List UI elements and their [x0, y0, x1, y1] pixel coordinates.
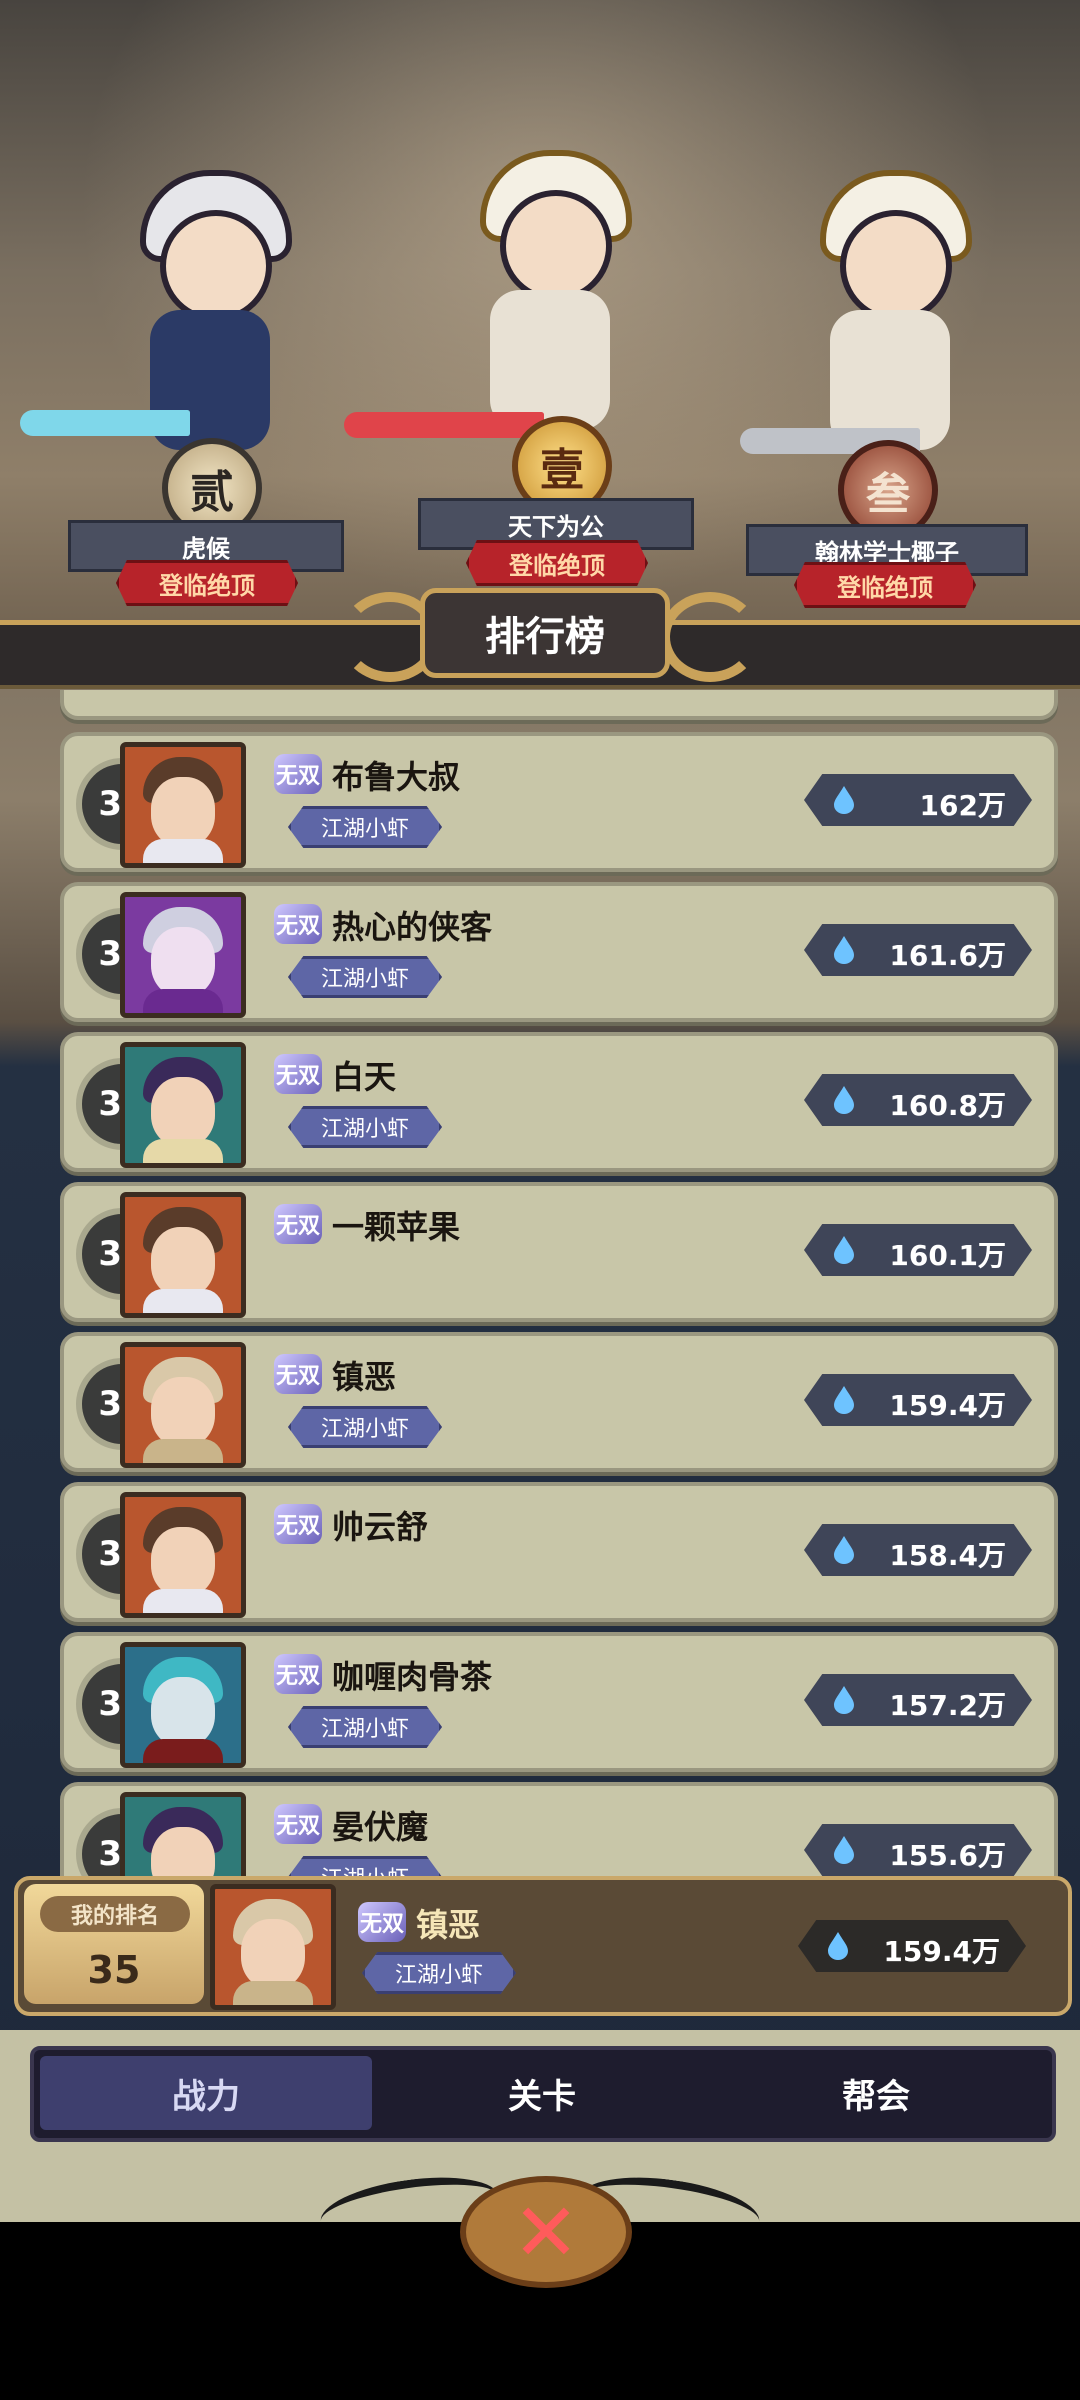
- power-value: 160.1万: [889, 1239, 1006, 1272]
- title-tag-second: 登临绝顶: [116, 560, 298, 606]
- podium-area: 贰 虎候 登临绝顶 壹 天下为公 登临绝顶 叁 翰林学士椰子 登临绝顶: [0, 0, 1080, 680]
- category-tabs: 战力 关卡 帮会: [30, 2046, 1056, 2142]
- flame-drop-icon: [828, 1932, 848, 1960]
- list-item-partial: [60, 690, 1058, 720]
- wushuang-badge-icon: 无双: [274, 1054, 322, 1094]
- my-power-pill: 159.4万: [798, 1920, 1026, 1972]
- my-rank-panel: 我的排名 35 无双 镇恶 江湖小虾 159.4万: [14, 1876, 1072, 2016]
- ornament-right-icon: [660, 592, 760, 682]
- hero-second: [20, 170, 320, 470]
- list-item[interactable]: 34 无双 一颗苹果 160.1万: [60, 1182, 1058, 1322]
- power-pill: 162万: [804, 774, 1032, 826]
- power-value: 159.4万: [889, 1389, 1006, 1422]
- power-pill: 159.4万: [804, 1374, 1032, 1426]
- my-avatar[interactable]: [210, 1884, 336, 2010]
- flame-drop-icon: [834, 786, 854, 814]
- player-name: 晏伏魔: [332, 1808, 429, 1846]
- list-item[interactable]: 32 无双 热心的侠客 江湖小虾 161.6万: [60, 882, 1058, 1022]
- player-name: 一颗苹果: [332, 1208, 461, 1246]
- power-value: 162万: [919, 789, 1006, 822]
- my-rank-label: 我的排名: [40, 1896, 190, 1932]
- wushuang-badge-icon: 无双: [274, 1504, 322, 1544]
- power-pill: 155.6万: [804, 1824, 1032, 1876]
- power-pill: 160.1万: [804, 1224, 1032, 1276]
- avatar[interactable]: [120, 1492, 246, 1618]
- player-name: 镇恶: [332, 1358, 397, 1396]
- power-value: 160.8万: [889, 1089, 1006, 1122]
- power-pill: 160.8万: [804, 1074, 1032, 1126]
- player-name: 咖喱肉骨茶: [332, 1658, 493, 1696]
- wushuang-badge-icon: 无双: [274, 1354, 322, 1394]
- power-value: 158.4万: [889, 1539, 1006, 1572]
- wushuang-badge-icon: 无双: [274, 1654, 322, 1694]
- title-tag: 江湖小虾: [288, 806, 442, 848]
- list-item[interactable]: 37 无双 咖喱肉骨茶 江湖小虾 157.2万: [60, 1632, 1058, 1772]
- list-item[interactable]: 31 无双 布鲁大叔 江湖小虾 162万: [60, 732, 1058, 872]
- wushuang-badge-icon: 无双: [274, 1804, 322, 1844]
- list-item[interactable]: 33 无双 白天 江湖小虾 160.8万: [60, 1032, 1058, 1172]
- tab-stage[interactable]: 关卡: [376, 2056, 708, 2130]
- flame-drop-icon: [834, 1836, 854, 1864]
- ranking-list[interactable]: 31 无双 布鲁大叔 江湖小虾 162万 32 无双 热心的侠客 江湖小虾 16…: [0, 690, 1080, 1880]
- wushuang-badge-icon: 无双: [274, 1204, 322, 1244]
- my-rank-box: 我的排名 35: [24, 1884, 204, 2004]
- hero-first: [344, 150, 660, 450]
- wushuang-badge-icon: 无双: [274, 904, 322, 944]
- power-pill: 157.2万: [804, 1674, 1032, 1726]
- hero-third: [740, 170, 1000, 470]
- title-tag: 江湖小虾: [288, 1106, 442, 1148]
- power-pill: 158.4万: [804, 1524, 1032, 1576]
- my-rank-number: 35: [87, 1948, 141, 1992]
- title-tag-first: 登临绝顶: [466, 540, 648, 586]
- avatar[interactable]: [120, 1342, 246, 1468]
- flame-drop-icon: [834, 1386, 854, 1414]
- title-tag: 江湖小虾: [288, 956, 442, 998]
- leaderboard-screen: 贰 虎候 登临绝顶 壹 天下为公 登临绝顶 叁 翰林学士椰子 登临绝顶 排行榜: [0, 0, 1080, 2222]
- avatar[interactable]: [120, 1192, 246, 1318]
- title-tag: 江湖小虾: [288, 1706, 442, 1748]
- player-name: 布鲁大叔: [332, 758, 461, 796]
- flame-drop-icon: [834, 1086, 854, 1114]
- flame-drop-icon: [834, 1686, 854, 1714]
- tab-guild[interactable]: 帮会: [710, 2056, 1042, 2130]
- tab-power[interactable]: 战力: [40, 2056, 372, 2130]
- list-item[interactable]: 38 无双 晏伏魔 江湖小虾 155.6万: [60, 1782, 1058, 1880]
- flame-drop-icon: [834, 1236, 854, 1264]
- wushuang-badge-icon: 无双: [274, 754, 322, 794]
- flame-drop-icon: [834, 1536, 854, 1564]
- my-power-value: 159.4万: [883, 1935, 1000, 1968]
- power-pill: 161.6万: [804, 924, 1032, 976]
- title-tag: 江湖小虾: [288, 1406, 442, 1448]
- title-tag-third: 登临绝顶: [794, 562, 976, 608]
- player-name: 帅云舒: [332, 1508, 429, 1546]
- list-item[interactable]: 36 无双 帅云舒 158.4万: [60, 1482, 1058, 1622]
- avatar[interactable]: [120, 892, 246, 1018]
- my-title-tag: 江湖小虾: [362, 1952, 516, 1994]
- power-value: 155.6万: [889, 1839, 1006, 1872]
- leaderboard-title: 排行榜: [420, 588, 670, 678]
- my-player-name: 镇恶: [416, 1906, 481, 1944]
- wushuang-badge-icon: 无双: [358, 1902, 406, 1942]
- avatar[interactable]: [120, 1042, 246, 1168]
- avatar[interactable]: [120, 1642, 246, 1768]
- power-value: 161.6万: [889, 939, 1006, 972]
- flame-drop-icon: [834, 936, 854, 964]
- close-x-icon[interactable]: ✕: [460, 2176, 632, 2288]
- list-item[interactable]: 35 无双 镇恶 江湖小虾 159.4万: [60, 1332, 1058, 1472]
- player-name: 热心的侠客: [332, 908, 493, 946]
- power-value: 157.2万: [889, 1689, 1006, 1722]
- avatar[interactable]: [120, 742, 246, 868]
- player-name: 白天: [332, 1058, 397, 1096]
- avatar[interactable]: [120, 1792, 246, 1880]
